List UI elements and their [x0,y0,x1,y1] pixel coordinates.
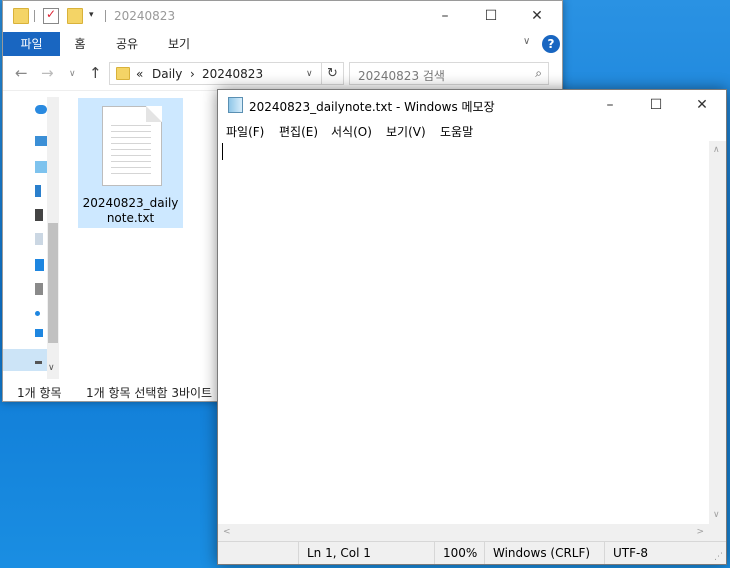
navigation-bar: ← → ∨ ↑ « Daily › 20240823 ∨ ↻ 20240823 … [3,56,562,91]
notepad-window: 20240823_dailynote.txt - Windows 메모장 – ☐… [217,89,727,565]
resize-grip-icon[interactable]: ⋰ [714,552,723,562]
notepad-title: 20240823_dailynote.txt - Windows 메모장 [249,100,495,114]
desktop-icon[interactable] [35,259,44,271]
refresh-icon[interactable]: ↻ [322,62,344,85]
status-zoom: 100% [434,542,484,564]
downloads-icon[interactable] [35,185,41,197]
menu-view[interactable]: 보기(V) [386,123,426,140]
status-line-ending: Windows (CRLF) [484,542,604,564]
status-cursor-position: Ln 1, Col 1 [298,542,434,564]
tab-view[interactable]: 보기 [159,32,199,56]
address-overflow[interactable]: « [136,67,143,81]
text-caret [222,143,223,160]
up-arrow-icon[interactable]: ↑ [89,64,102,82]
ribbon-expand-chevron-icon[interactable]: ∨ [523,36,530,47]
properties-checkmark-icon[interactable]: ✓ [43,7,59,24]
maximize-icon[interactable]: ☐ [468,1,514,32]
search-icon[interactable]: ⌕ [535,66,542,81]
breadcrumb-separator: › [190,67,195,81]
documents-icon[interactable] [35,233,43,245]
customize-toolbar-chevron-icon[interactable]: ▾ [89,10,105,26]
menu-format[interactable]: 서식(O) [331,123,372,140]
vertical-scrollbar[interactable]: ∧ ∨ [709,141,726,524]
back-arrow-icon[interactable]: ← [15,64,28,82]
menu-edit[interactable]: 편집(E) [279,123,318,140]
recent-locations-chevron-icon[interactable]: ∨ [69,69,76,79]
3d-objects-icon[interactable] [35,161,47,173]
pictures-icon[interactable] [35,283,43,295]
status-encoding: UTF-8 [604,542,709,564]
page-fold [146,106,162,122]
new-folder-icon[interactable] [67,8,83,24]
close-icon[interactable]: ✕ [514,1,560,32]
explorer-title-bar: ✓ ▾ 20240823 – ☐ ✕ [3,1,562,32]
windows-drive-icon[interactable] [35,329,43,337]
minimize-icon[interactable]: – [587,90,633,121]
file-name: 20240823_daily note.txt [78,196,183,226]
horizontal-scrollbar[interactable]: < > [218,524,709,541]
tab-file[interactable]: 파일 [3,32,60,56]
scroll-down-chevron-icon[interactable]: ∨ [48,363,55,373]
music-icon[interactable] [35,311,40,316]
menu-file[interactable]: 파일(F) [226,123,264,140]
address-dropdown-chevron-icon[interactable]: ∨ [306,69,313,79]
notepad-title-bar: 20240823_dailynote.txt - Windows 메모장 – ☐… [218,90,726,121]
text-file-icon [102,106,162,186]
file-name-line2: note.txt [106,211,155,225]
navigation-scroll-thumb[interactable] [48,223,58,343]
ribbon-tabs: 파일 홈 공유 보기 ∨ ? [3,32,562,56]
notepad-icon [228,97,243,113]
folder-icon [116,67,130,80]
notepad-status-bar: Ln 1, Col 1 100% Windows (CRLF) UTF-8 ⋰ [218,541,726,564]
file-name-line1: 20240823_daily [82,196,179,210]
scroll-up-arrow-icon[interactable]: ∧ [713,145,720,155]
folder-icon[interactable] [13,8,29,24]
maximize-icon[interactable]: ☐ [633,90,679,121]
explorer-title: 20240823 [114,9,176,23]
onedrive-icon[interactable] [35,105,47,114]
status-selection: 1개 항목 선택함 3바이트 [86,386,213,400]
scroll-right-arrow-icon[interactable]: > [696,527,704,537]
toolbar-separator [34,10,35,22]
notepad-menu-bar: 파일(F) 편집(E) 서식(O) 보기(V) 도움말 [218,121,726,141]
this-pc-icon[interactable] [35,136,47,146]
search-placeholder: 20240823 검색 [358,69,445,83]
file-item-dailynote[interactable]: 20240823_daily note.txt [78,98,183,228]
scrollbar-corner [709,524,726,541]
forward-arrow-icon[interactable]: → [41,64,54,82]
status-item-count: 1개 항목 [17,386,62,400]
tab-share[interactable]: 공유 [107,32,147,56]
tab-home[interactable]: 홈 [65,32,95,56]
close-icon[interactable]: ✕ [679,90,725,121]
breadcrumb-current[interactable]: 20240823 [202,67,263,81]
navigation-pane: ∨ [3,91,61,379]
minimize-icon[interactable]: – [422,1,468,32]
videos-icon[interactable] [35,209,43,221]
scroll-down-arrow-icon[interactable]: ∨ [713,510,720,520]
text-editor[interactable] [218,141,709,524]
search-box[interactable]: 20240823 검색 ⌕ [349,62,549,85]
selected-drive-item[interactable] [3,349,47,371]
menu-help[interactable]: 도움말 [440,123,473,140]
breadcrumb-daily[interactable]: Daily [152,67,182,81]
help-icon[interactable]: ? [542,35,560,53]
title-separator [105,10,106,22]
network-drive-icon[interactable] [35,361,42,364]
scroll-left-arrow-icon[interactable]: < [223,527,231,537]
address-bar[interactable]: « Daily › 20240823 ∨ [109,62,322,85]
